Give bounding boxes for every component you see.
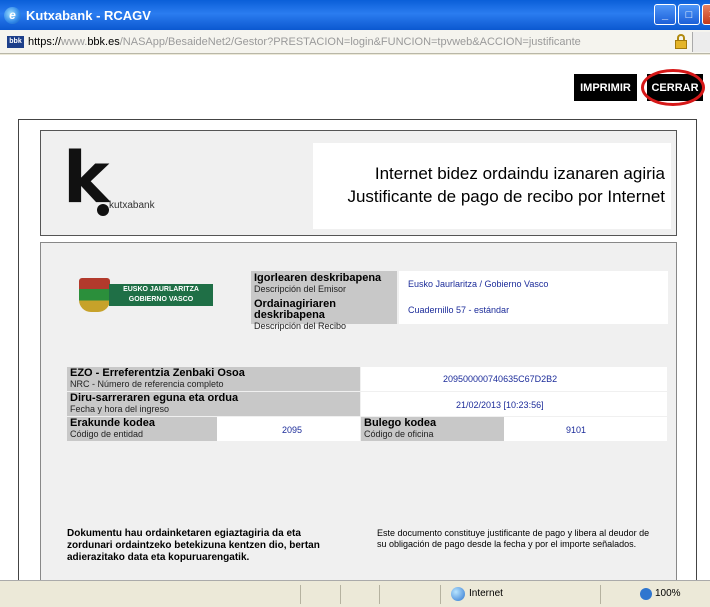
header-title-box: Internet bidez ordaindu izanaren agiria …: [313, 143, 671, 229]
ie-logo-icon: e: [4, 6, 21, 24]
entity-label-eu: Erakunde kodea: [70, 417, 155, 429]
title-basque: Internet bidez ordaindu izanaren agiria: [374, 164, 665, 183]
minimize-button[interactable]: _: [654, 4, 676, 25]
security-zone-label: Internet: [469, 588, 503, 599]
internet-zone-globe-icon: [451, 587, 465, 601]
footer-text-basque: Dokumentu hau ordainketaren egiaztagiria…: [67, 528, 320, 563]
window-close-button[interactable]: ✕: [702, 4, 710, 25]
receipt-label-eu: Ordainagiriaren deskribapena: [254, 298, 336, 321]
maximize-button[interactable]: □: [678, 4, 700, 25]
nrc-label-eu: EZO - Erreferentzia Zenbaki Osoa: [70, 367, 245, 379]
logo-line-basque: EUSKO JAURLARITZA: [123, 286, 199, 293]
address-bar[interactable]: bbk https:// www. bbk.es /NASApp/Besaide…: [0, 30, 710, 54]
receipt-value: Cuadernillo 57 - estándar: [408, 305, 510, 315]
entity-label-es: Código de entidad: [70, 429, 144, 439]
emitter-label-cell: Igorlearen deskribapena Descripción del …: [251, 271, 397, 297]
lock-icon[interactable]: [674, 34, 688, 49]
eusko-jaurlaritza-logo: EUSKO JAURLARITZA GOBIERNO VASCO: [79, 276, 214, 314]
status-separator: [300, 585, 301, 604]
window-title: Kutxabank - RCAGV: [26, 7, 151, 23]
footer-text-spanish: Este documento constituye justificante d…: [377, 528, 650, 549]
status-separator: [379, 585, 380, 604]
title-spanish: Justificante de pago de recibo por Inter…: [347, 187, 665, 206]
receipt-frame: k kutxabank Internet bidez ordaindu izan…: [18, 119, 697, 580]
emitter-label-es: Descripción del Emisor: [254, 284, 347, 294]
nrc-value-cell: 209500000740635C67D2B2: [361, 367, 667, 391]
url-host-prefix: www.: [61, 35, 88, 48]
nrc-label-es: NRC - Número de referencia completo: [70, 379, 224, 389]
url-scheme: https://: [28, 35, 62, 48]
receipt-header: k kutxabank Internet bidez ordaindu izan…: [40, 130, 677, 236]
office-label-eu: Bulego kodea: [364, 417, 437, 429]
office-label-es: Código de oficina: [364, 429, 434, 439]
status-separator: [440, 585, 441, 604]
office-label-cell: Bulego kodea Código de oficina: [361, 417, 504, 441]
entity-value: 2095: [282, 425, 303, 435]
url-path: /NASApp/BesaideNet2/Gestor?PRESTACION=lo…: [119, 35, 581, 48]
zoom-icon[interactable]: [640, 588, 652, 600]
entity-label-cell: Erakunde kodea Código de entidad: [67, 417, 217, 441]
address-bar-edge: [692, 32, 710, 52]
date-label-eu: Diru-sarreraren eguna eta ordua: [70, 392, 239, 404]
window-controls: _ □ ✕: [654, 4, 710, 25]
url-host: bbk.es: [87, 35, 120, 48]
office-value: 9101: [566, 425, 587, 435]
kutxabank-logo: k: [63, 137, 110, 219]
receipt-value-cell: Cuadernillo 57 - estándar: [399, 297, 668, 324]
date-label-es: Fecha y hora del ingreso: [70, 404, 170, 414]
page-content: IMPRIMIR CERRAR k kutxabank Internet bid…: [0, 55, 710, 580]
zoom-level[interactable]: 100%: [655, 588, 681, 599]
receipt-label-es: Descripción del Recibo: [254, 321, 347, 331]
receipt-label-cell: Ordainagiriaren deskribapena Descripción…: [251, 297, 397, 331]
date-label-cell: Diru-sarreraren eguna eta ordua Fecha y …: [67, 392, 360, 416]
print-button[interactable]: IMPRIMIR: [574, 74, 637, 101]
site-favicon-icon: bbk: [7, 35, 24, 48]
status-bar: Internet 100%: [0, 580, 710, 607]
date-value: 21/02/2013 [10:23:56]: [456, 400, 544, 410]
window-titlebar: e Kutxabank - RCAGV _ □ ✕: [0, 0, 710, 30]
kutxabank-logo-dot: [97, 204, 109, 216]
nrc-value: 209500000740635C67D2B2: [443, 374, 558, 384]
logo-line-spanish: GOBIERNO VASCO: [128, 296, 194, 303]
nrc-label-cell: EZO - Erreferentzia Zenbaki Osoa NRC - N…: [67, 367, 360, 391]
date-value-cell: 21/02/2013 [10:23:56]: [361, 392, 667, 416]
highlight-circle: [641, 69, 705, 106]
status-separator: [340, 585, 341, 604]
office-value-cell: 9101: [504, 417, 667, 441]
emitter-value: Eusko Jaurlaritza / Gobierno Vasco: [408, 279, 549, 289]
status-separator: [600, 585, 601, 604]
emitter-value-cell: Eusko Jaurlaritza / Gobierno Vasco: [399, 271, 668, 297]
kutxabank-wordmark: kutxabank: [109, 200, 155, 211]
entity-value-cell: 2095: [217, 417, 360, 441]
government-name-plate: EUSKO JAURLARITZA GOBIERNO VASCO: [109, 284, 213, 306]
coat-of-arms-icon: [79, 278, 110, 312]
emitter-label-eu: Igorlearen deskribapena: [254, 272, 382, 284]
